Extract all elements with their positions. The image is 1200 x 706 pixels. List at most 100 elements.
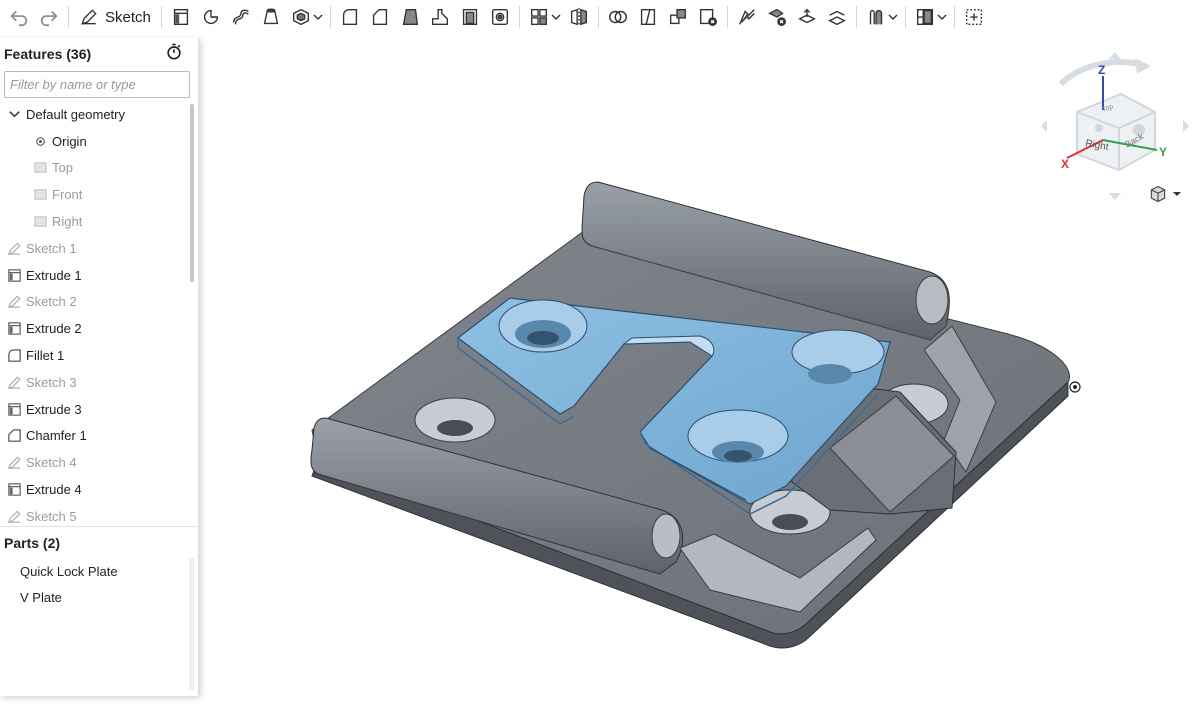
tree-item-label: Origin — [52, 133, 87, 149]
tree-item-front-plane[interactable]: Front — [0, 181, 188, 208]
tree-item-sketch-3[interactable]: Sketch 3 — [0, 369, 188, 396]
transform-icon[interactable] — [663, 3, 693, 31]
tree-item-extrude-3[interactable]: Extrude 3 — [0, 396, 188, 423]
toolbar-divider — [68, 6, 69, 28]
draft-icon[interactable] — [395, 3, 425, 31]
tree-item-sketch-4[interactable]: Sketch 4 — [0, 449, 188, 476]
sketch-icon — [6, 294, 22, 310]
tree-item-origin[interactable]: Origin — [0, 128, 188, 155]
origin-marker-icon[interactable] — [1069, 381, 1081, 393]
hole-icon[interactable] — [485, 3, 515, 31]
tree-item-sketch-1[interactable]: Sketch 1 — [0, 235, 188, 262]
chamfer-icon[interactable] — [365, 3, 395, 31]
cube-body[interactable] — [1076, 92, 1156, 172]
undo-icon[interactable] — [4, 3, 34, 31]
part-label: V Plate — [20, 589, 62, 605]
modify-fillet-icon[interactable] — [732, 3, 762, 31]
part-label: Quick Lock Plate — [20, 563, 118, 579]
panel-divider[interactable] — [0, 526, 199, 527]
feature-list-panel: Features (36) Default geometry Origin To… — [0, 38, 199, 696]
chevron-down-icon[interactable] — [6, 106, 22, 122]
tree-item-sketch-5[interactable]: Sketch 5 — [0, 503, 188, 523]
chevron-down-icon[interactable] — [550, 3, 562, 31]
tree-item-label: Default geometry — [26, 106, 125, 122]
feature-list-scrollbar[interactable] — [190, 104, 194, 282]
rollback-timer-icon[interactable] — [164, 42, 184, 67]
feature-toolbar: Sketch — [0, 0, 1200, 34]
parts-list-scrollbar[interactable] — [189, 558, 194, 690]
tree-item-sketch-2[interactable]: Sketch 2 — [0, 289, 188, 316]
tree-item-label: Sketch 2 — [26, 294, 77, 310]
chevron-down-icon[interactable] — [312, 3, 324, 31]
mirror-icon[interactable] — [564, 3, 594, 31]
plane-icon — [32, 187, 48, 203]
part-item-quick-lock-plate[interactable]: Quick Lock Plate — [0, 558, 190, 584]
features-header: Features (36) — [0, 38, 198, 70]
parts-list: Quick Lock Plate V Plate — [0, 558, 190, 610]
chevron-down-icon[interactable] — [936, 3, 948, 31]
x-axis-label: X — [1061, 157, 1069, 171]
tree-item-default-geometry[interactable]: Default geometry — [0, 101, 188, 128]
tree-item-label: Extrude 1 — [26, 267, 82, 283]
tree-item-label: Extrude 3 — [26, 401, 82, 417]
tree-item-label: Fillet 1 — [26, 348, 65, 364]
delete-face-icon[interactable] — [762, 3, 792, 31]
toolbar-divider — [904, 6, 906, 28]
onshape-part-studio: Sketch Z X Y Right Back Top Features (36… — [0, 0, 1200, 706]
shaded-cube-icon — [1150, 185, 1166, 203]
shell-icon[interactable] — [455, 3, 485, 31]
toolbar-divider — [329, 6, 331, 28]
toolbar-divider — [160, 6, 162, 28]
sketch-icon — [6, 374, 22, 390]
plane-icon — [32, 160, 48, 176]
extrude-icon — [6, 401, 22, 417]
z-axis-label: Z — [1098, 63, 1105, 77]
sketch-icon — [6, 455, 22, 471]
delete-part-icon[interactable] — [693, 3, 723, 31]
split-icon[interactable] — [633, 3, 663, 31]
tree-item-chamfer-1[interactable]: Chamfer 1 — [0, 423, 188, 450]
replace-face-icon[interactable] — [822, 3, 852, 31]
tree-item-label: Sketch 1 — [26, 240, 77, 256]
tree-item-label: Extrude 4 — [26, 482, 82, 498]
extrude-icon — [6, 267, 22, 283]
tree-item-label: Extrude 2 — [26, 321, 82, 337]
boolean-icon[interactable] — [603, 3, 633, 31]
graphics-viewport[interactable]: Z X Y Right Back Top — [200, 34, 1200, 706]
plane-icon — [32, 214, 48, 230]
sweep-icon[interactable] — [226, 3, 256, 31]
sketch-icon — [6, 240, 22, 256]
tree-item-label: Sketch 4 — [26, 455, 77, 471]
loft-icon[interactable] — [256, 3, 286, 31]
toolbar-divider — [518, 6, 520, 28]
rib-icon[interactable] — [425, 3, 455, 31]
add-feature-icon[interactable] — [959, 3, 989, 31]
redo-icon[interactable] — [34, 3, 64, 31]
extrude-icon — [6, 482, 22, 498]
toolbar-divider — [597, 6, 599, 28]
extrude-icon[interactable] — [166, 3, 196, 31]
tree-item-label: Top — [52, 160, 73, 176]
feature-filter-input[interactable] — [4, 71, 190, 98]
tree-item-label: Right — [52, 214, 83, 230]
tree-item-extrude-4[interactable]: Extrude 4 — [0, 476, 188, 503]
extrude-icon — [6, 321, 22, 337]
toolbar-divider — [953, 6, 955, 28]
tree-item-extrude-2[interactable]: Extrude 2 — [0, 315, 188, 342]
toolbar-divider — [855, 6, 857, 28]
move-face-icon[interactable] — [792, 3, 822, 31]
sketch-icon — [6, 508, 22, 523]
render-mode-menu[interactable] — [1148, 184, 1182, 204]
tree-item-right-plane[interactable]: Right — [0, 208, 188, 235]
sketch-button[interactable]: Sketch — [73, 3, 157, 31]
y-axis-label: Y — [1159, 145, 1167, 159]
tree-item-label: Sketch 3 — [26, 374, 77, 390]
chevron-down-icon[interactable] — [887, 3, 899, 31]
revolve-icon[interactable] — [196, 3, 226, 31]
features-title: Features (36) — [4, 46, 92, 62]
part-item-v-plate[interactable]: V Plate — [0, 584, 190, 610]
tree-item-top-plane[interactable]: Top — [0, 155, 188, 182]
fillet-icon[interactable] — [335, 3, 365, 31]
tree-item-fillet-1[interactable]: Fillet 1 — [0, 342, 188, 369]
tree-item-extrude-1[interactable]: Extrude 1 — [0, 262, 188, 289]
